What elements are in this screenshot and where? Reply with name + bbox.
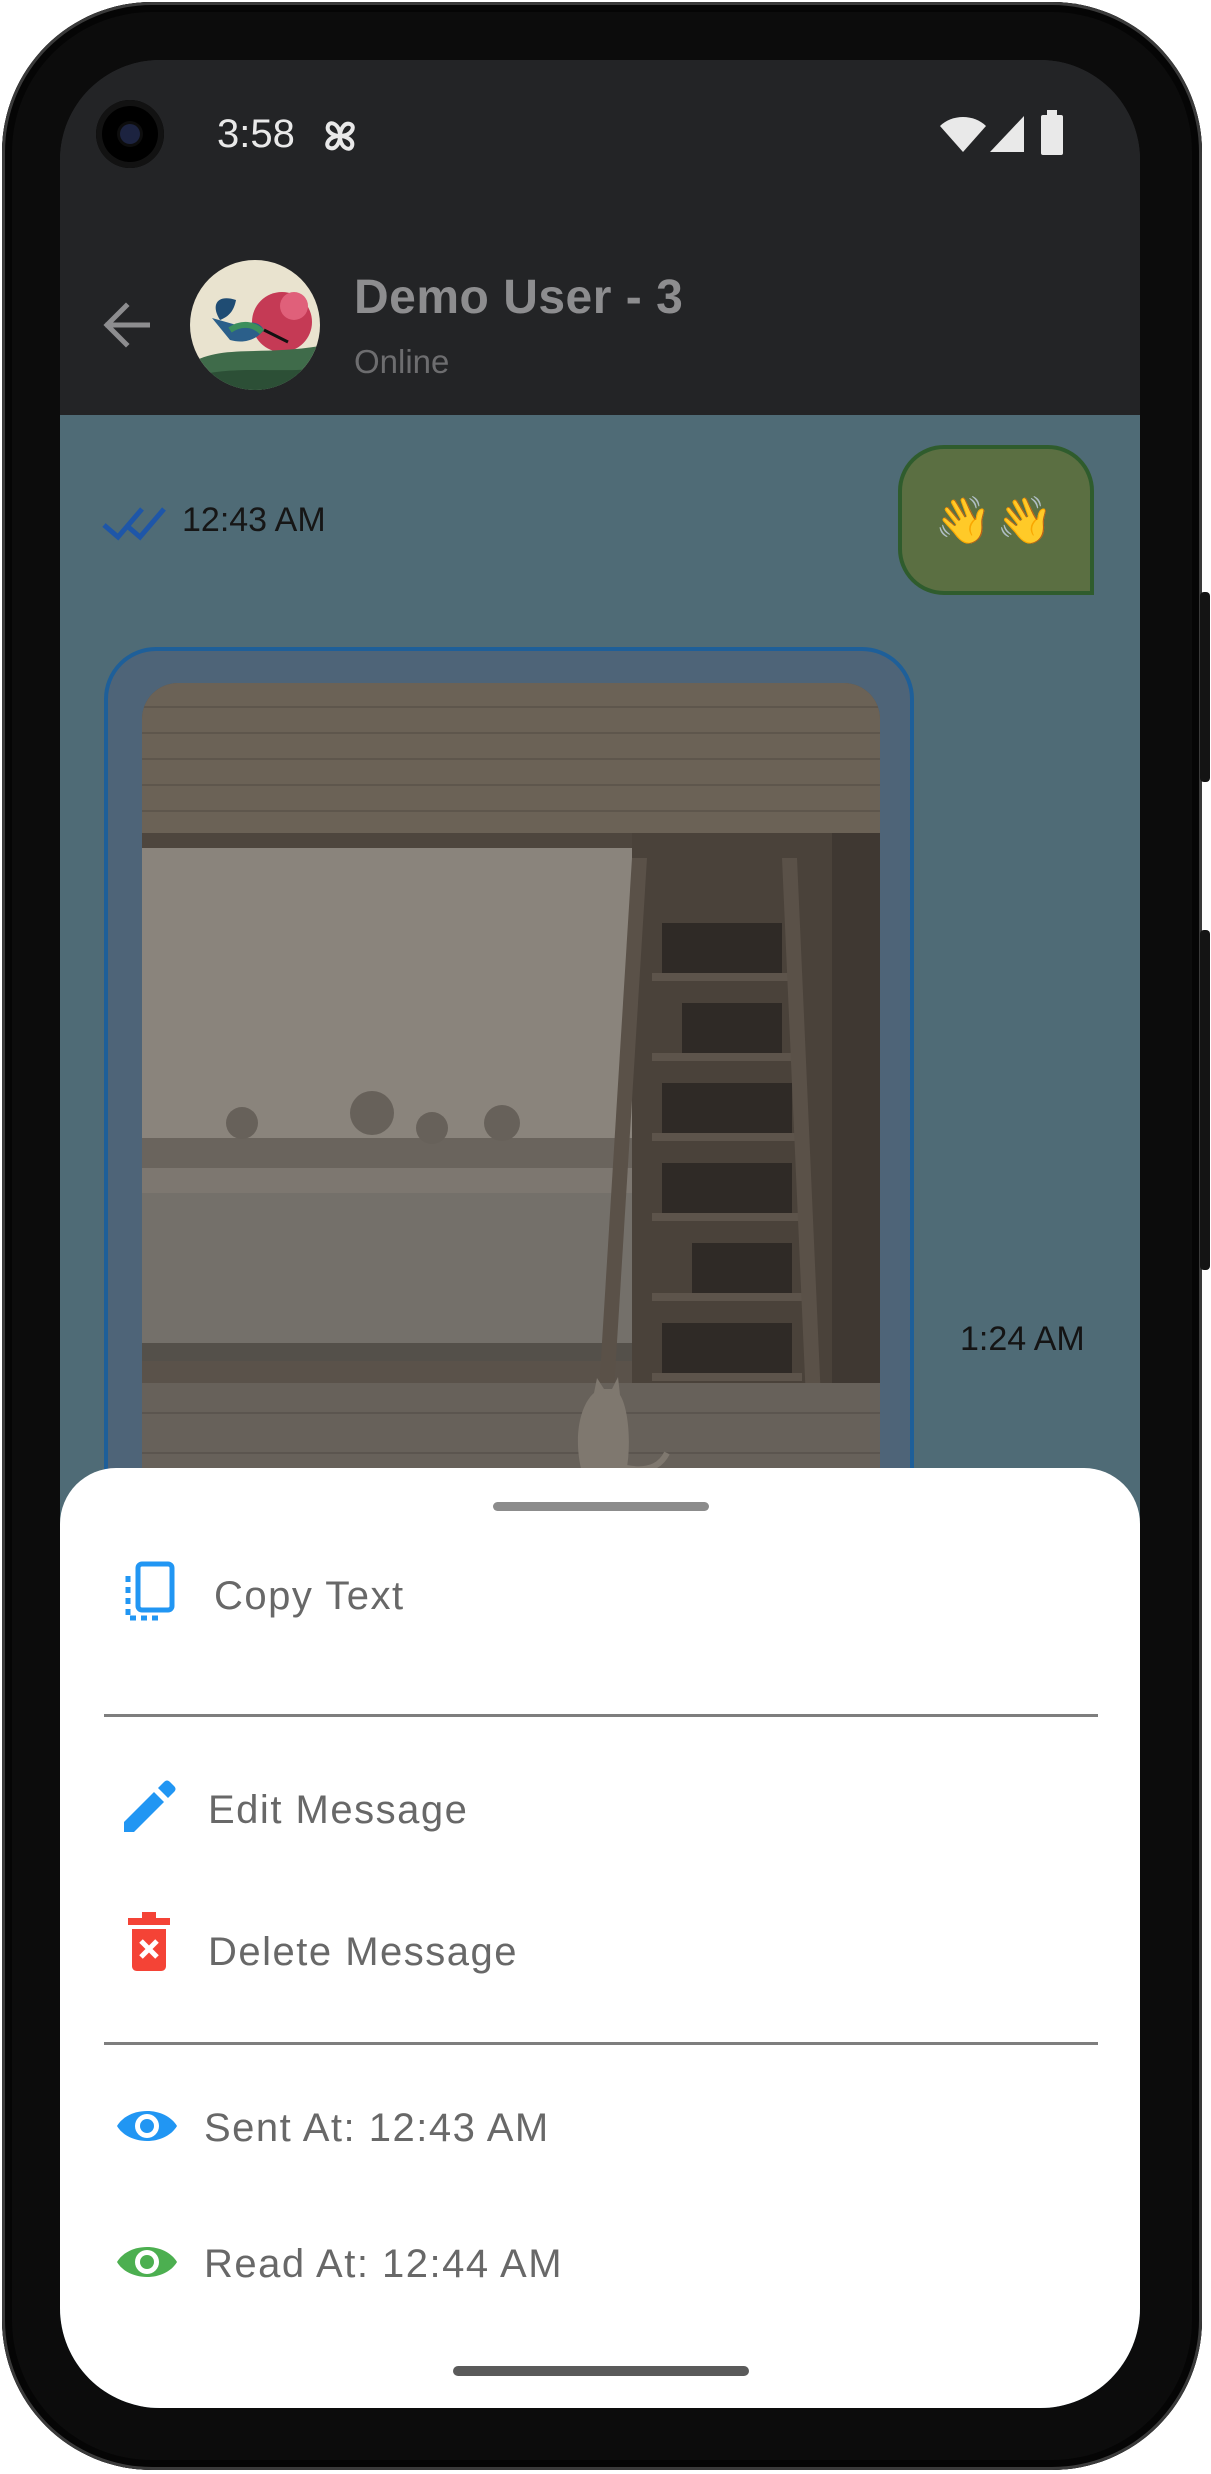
message-options-sheet: Copy Text Edit Message Delete Message Se… <box>60 1468 1140 2408</box>
gesture-nav-bar[interactable] <box>453 2366 749 2376</box>
menu-item-label: Edit Message <box>208 1788 469 1832</box>
message-time: 12:43 AM <box>182 501 326 539</box>
message-text: 👋👋 <box>934 494 1058 546</box>
status-bar: 3:58 <box>60 60 1140 210</box>
volume-button <box>1200 930 1210 1270</box>
eye-icon <box>117 2111 177 2141</box>
info-read-at: Read At: 12:44 AM <box>60 2202 1140 2322</box>
chat-title: Demo User - 3 <box>354 271 684 324</box>
pencil-icon <box>124 1780 176 1832</box>
screen: 3:58 Demo User - 3 Online 12:43 AM 👋👋 1:… <box>60 60 1140 2408</box>
message-bubble-sent[interactable]: 👋👋 <box>898 445 1094 595</box>
read-at-label: Read At: 12:44 AM <box>204 2242 564 2286</box>
menu-item-label: Delete Message <box>208 1930 519 1974</box>
chat-app-bar: Demo User - 3 Online <box>60 210 1140 415</box>
pinwheel-icon <box>325 121 355 151</box>
menu-item-label: Copy Text <box>214 1574 405 1618</box>
battery-icon <box>1041 110 1063 155</box>
message-image[interactable] <box>142 683 880 1563</box>
front-camera <box>96 100 164 168</box>
status-time: 3:58 <box>217 112 295 156</box>
divider <box>104 1714 1098 1717</box>
menu-item-delete-message[interactable]: Delete Message <box>60 1878 1140 2008</box>
wifi-icon <box>940 117 986 152</box>
avatar[interactable] <box>190 260 320 390</box>
info-sent-at: Sent At: 12:43 AM <box>60 2066 1140 2186</box>
double-check-icon <box>102 507 166 541</box>
copy-icon <box>125 1561 175 1621</box>
menu-item-edit-message[interactable]: Edit Message <box>60 1736 1140 1866</box>
eye-icon <box>117 2247 177 2277</box>
trash-icon <box>128 1912 170 1971</box>
message-bubble-image[interactable] <box>104 647 914 1563</box>
divider <box>104 2042 1098 2045</box>
menu-item-copy-text[interactable]: Copy Text <box>60 1518 1140 1648</box>
sent-at-label: Sent At: 12:43 AM <box>204 2106 550 2150</box>
message-time: 1:24 AM <box>960 1320 1085 1358</box>
arrow-back-icon[interactable] <box>102 302 150 348</box>
drag-handle[interactable] <box>493 1502 709 1511</box>
signal-icon <box>990 116 1024 152</box>
power-button <box>1200 592 1210 782</box>
chat-status: Online <box>354 343 450 380</box>
